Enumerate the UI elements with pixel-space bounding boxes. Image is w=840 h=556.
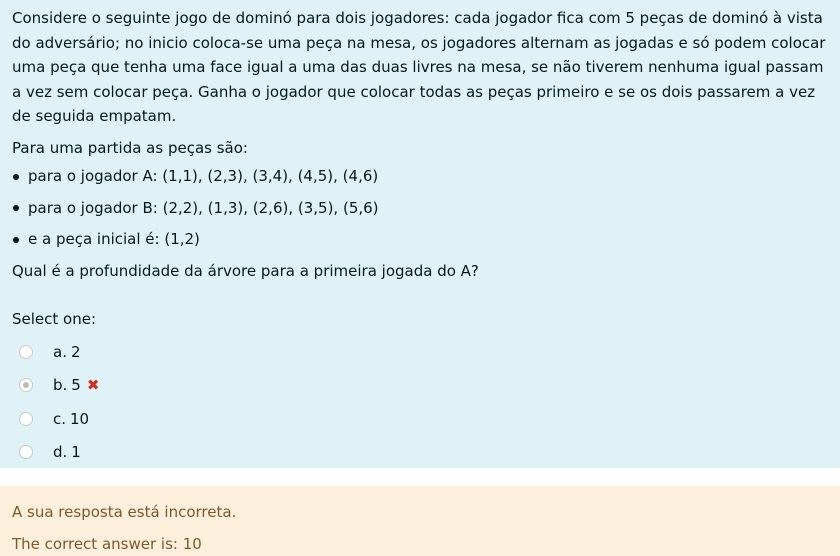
feedback-correct-answer: The correct answer is: 10: [12, 535, 202, 553]
radio-option-b[interactable]: [19, 378, 33, 393]
answer-value: 10: [70, 409, 90, 428]
answer-label-a[interactable]: a. 2: [53, 342, 81, 362]
question-text: Considere o seguinte jogo de dominó para…: [12, 6, 828, 331]
answer-letter: c.: [53, 409, 67, 428]
answer-value: 2: [70, 342, 81, 361]
answer-letter: a.: [53, 342, 67, 361]
radio-option-c[interactable]: [19, 411, 33, 426]
answer-label-c[interactable]: c. 10: [53, 409, 89, 429]
list-item: para o jogador B: (2,2), (1,3), (2,6), (…: [12, 196, 828, 220]
quiz-page: Considere o seguinte jogo de dominó para…: [0, 0, 840, 556]
answer-label-d[interactable]: d. 1: [53, 442, 81, 462]
answer-value: 5: [71, 376, 81, 395]
answer-letter: b.: [53, 376, 68, 395]
question-panel: Considere o seguinte jogo de dominó para…: [0, 0, 840, 468]
select-one-label: Select one:: [12, 310, 97, 328]
feedback-panel: A sua resposta está incorreta. The corre…: [0, 486, 840, 556]
cross-icon: ✖: [86, 375, 100, 394]
answer-option-b[interactable]: b. 5 ✖: [12, 369, 828, 403]
feedback-result: A sua resposta está incorreta.: [12, 503, 237, 521]
list-item: para o jogador A: (1,1), (2,3), (3,4), (…: [12, 164, 828, 188]
answer-letter: d.: [53, 443, 68, 462]
radio-option-d[interactable]: [19, 445, 33, 460]
question-prompt: Qual é a profundidade da árvore para a p…: [12, 262, 479, 280]
answer-options: a. 2 b. 5 ✖ c. 10 d. 1: [12, 335, 828, 469]
answer-option-c[interactable]: c. 10: [12, 402, 828, 436]
answer-option-a[interactable]: a. 2: [12, 335, 828, 369]
answer-label-b[interactable]: b. 5 ✖: [53, 375, 99, 395]
pieces-title: Para uma partida as peças são:: [12, 138, 248, 157]
pieces-list: para o jogador A: (1,1), (2,3), (3,4), (…: [12, 164, 828, 251]
question-intro: Considere o seguinte jogo de dominó para…: [12, 9, 826, 125]
list-item: e a peça inicial é: (1,2): [12, 227, 828, 251]
answer-value: 1: [71, 443, 81, 462]
answer-option-d[interactable]: d. 1: [12, 436, 828, 470]
radio-option-a[interactable]: [19, 344, 33, 359]
